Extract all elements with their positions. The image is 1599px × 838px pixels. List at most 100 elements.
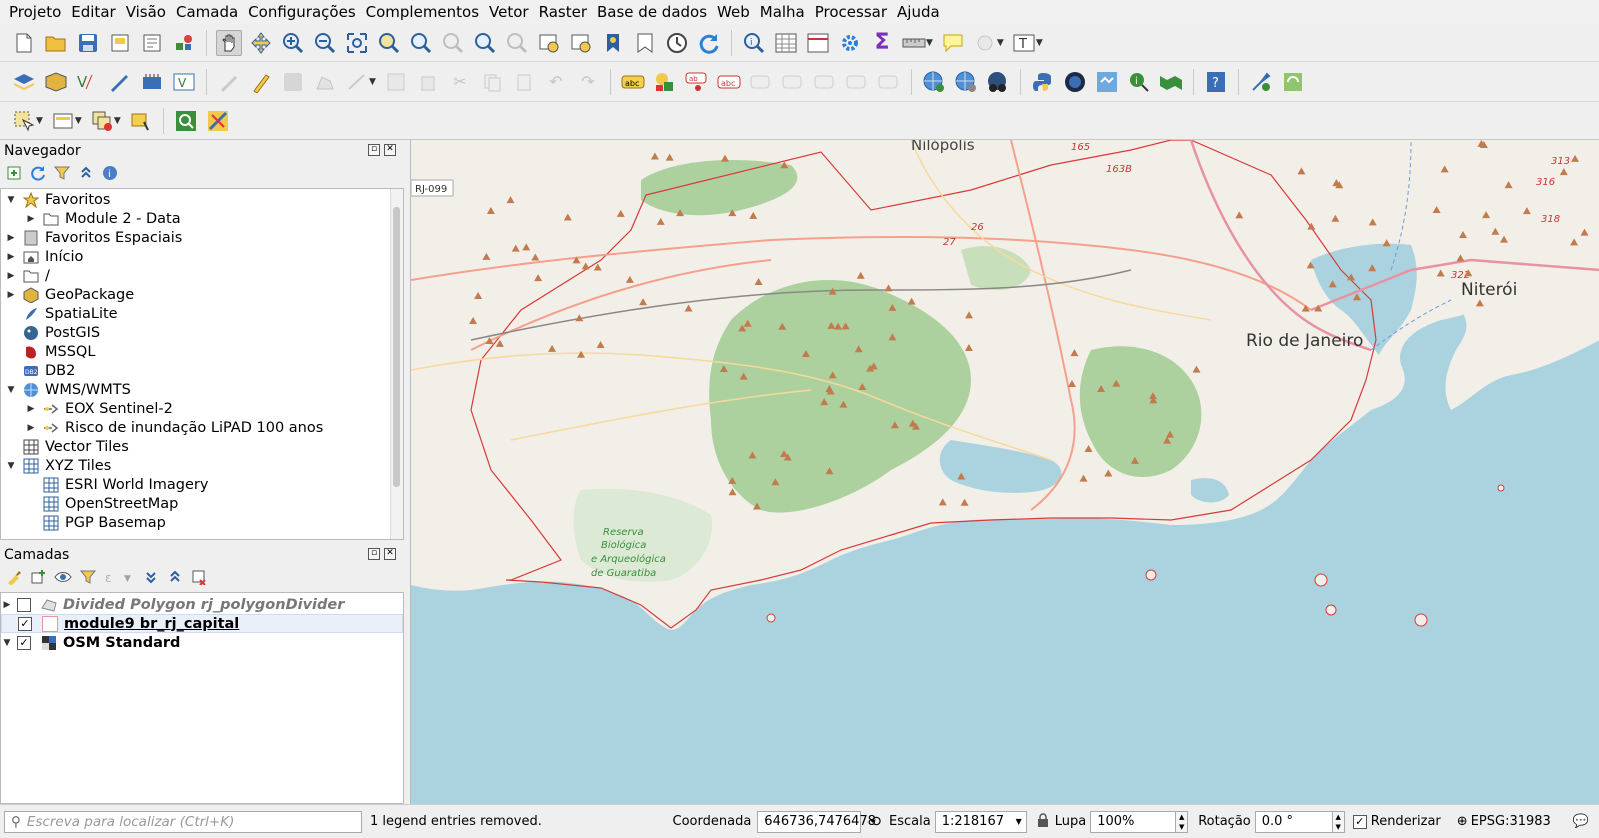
browser-item-postgis[interactable]: PostGIS [1, 323, 403, 342]
highlight-labels-icon[interactable]: abc [717, 70, 741, 94]
browser-item-[interactable]: ▶ / [1, 266, 403, 285]
help-icon[interactable]: ? [1204, 70, 1228, 94]
layer-row-module9[interactable]: ✓ module9 br_rj_capital [1, 614, 403, 633]
pan-map-icon[interactable] [216, 29, 242, 56]
menu-projeto[interactable]: Projeto [4, 0, 66, 24]
browser-scrollbar[interactable] [390, 189, 403, 539]
measure-line-icon[interactable] [902, 31, 926, 55]
render-checkbox[interactable]: ✓ [1352, 814, 1367, 829]
filter-icon[interactable] [53, 165, 71, 185]
browser-item-geopackage[interactable]: ▶ GeoPackage [1, 285, 403, 304]
add-feature-icon[interactable] [313, 70, 337, 94]
collapse-arrow-icon[interactable]: ▼ [1, 638, 13, 648]
browser-item-mssql[interactable]: MSSQL [1, 342, 403, 361]
save-edits-icon[interactable] [281, 70, 305, 94]
label-toolbar-icon[interactable]: abc [621, 70, 645, 94]
zoom-out-icon[interactable] [313, 31, 337, 55]
menu-visao[interactable]: Visão [121, 0, 171, 24]
virtual-layer-icon[interactable]: V [172, 70, 196, 94]
new-3d-map-view-icon[interactable] [569, 31, 593, 55]
select-by-value-icon[interactable] [51, 109, 75, 133]
vertex-tool-icon[interactable] [345, 70, 369, 94]
menu-raster[interactable]: Raster [534, 0, 592, 24]
map-tips-icon[interactable] [941, 31, 965, 55]
browser-item-xyz-tiles[interactable]: ▼ XYZ Tiles [1, 456, 403, 475]
collapse-all-icon[interactable] [78, 165, 94, 185]
crs-globe-icon[interactable]: ⊕ [1457, 814, 1468, 829]
temporal-controller-icon[interactable] [665, 31, 689, 55]
menu-configuracoes[interactable]: Configurações [243, 0, 360, 24]
menu-editar[interactable]: Editar [66, 0, 120, 24]
layer-row-divided-polygon[interactable]: ▶ Divided Polygon rj_polygonDivider [1, 595, 403, 614]
expand-arrow-icon[interactable]: ▶ [5, 271, 17, 281]
crs-button[interactable]: EPSG:31983 [1471, 814, 1551, 829]
layer-visibility-checkbox[interactable] [17, 597, 31, 612]
expand-arrow-icon[interactable]: ▶ [25, 214, 37, 224]
browser-item-vector-tiles[interactable]: Vector Tiles [1, 437, 403, 456]
browser-item-module-2-data[interactable]: ▶ Module 2 - Data [1, 209, 403, 228]
layer-visibility-checkbox[interactable]: ✓ [17, 635, 31, 650]
browser-item-wms-wmts[interactable]: ▼ WMS/WMTS [1, 380, 403, 399]
rotation-spinner[interactable]: ▲ ▼ [1332, 810, 1345, 833]
zoom-to-layer-icon[interactable] [409, 31, 433, 55]
statistics-sigma-icon[interactable]: Σ [870, 30, 894, 55]
delete-selected-icon[interactable] [416, 70, 440, 94]
modify-attributes-icon[interactable] [384, 70, 408, 94]
lock-scale-icon[interactable] [1037, 812, 1049, 831]
layer-styling-icon[interactable] [6, 569, 22, 589]
add-layer-icon[interactable] [6, 165, 22, 185]
chevron-down-icon[interactable]: ▼ [36, 116, 43, 126]
rotation-field[interactable]: 0.0 ° [1254, 810, 1333, 833]
temporary-layer-icon[interactable] [140, 70, 164, 94]
manage-visibility-eye-icon[interactable] [54, 570, 72, 588]
collapse-arrow-icon[interactable]: ▼ [5, 385, 17, 395]
rotate-label-icon[interactable] [781, 70, 805, 94]
plugin-refresh-icon[interactable] [1281, 70, 1305, 94]
locate-zoom-icon[interactable] [174, 109, 198, 133]
diagram-options-icon[interactable] [653, 70, 677, 94]
menu-ajuda[interactable]: Ajuda [892, 0, 945, 24]
qgis2web-icon[interactable] [1159, 70, 1183, 94]
plugin-tool-icon[interactable] [1249, 70, 1273, 94]
expand-all-icon[interactable] [143, 569, 159, 589]
map-canvas[interactable]: Nilópolis RJ-099 Rio de Janeiro Niterói … [410, 140, 1599, 804]
zoom-in-icon[interactable] [281, 31, 305, 55]
magnifier-spinner[interactable]: ▲ ▼ [1176, 810, 1189, 833]
chevron-down-icon[interactable]: ▼ [1036, 38, 1043, 48]
add-wfs-layer-icon[interactable] [986, 70, 1010, 94]
float-panel-icon[interactable]: ▫ [368, 548, 380, 560]
save-project-icon[interactable] [76, 31, 100, 55]
label-properties-icon[interactable] [877, 70, 901, 94]
pan-to-selection-icon[interactable] [249, 31, 273, 55]
chevron-down-icon[interactable]: ▼ [369, 77, 376, 87]
remove-layer-icon[interactable] [191, 569, 207, 589]
browser-item-openstreetmap[interactable]: OpenStreetMap [1, 494, 403, 513]
style-manager-icon[interactable] [172, 31, 196, 55]
chevron-down-icon[interactable]: ▼ [75, 116, 82, 126]
attribute-table-icon[interactable] [774, 31, 798, 55]
expand-arrow-icon[interactable]: ▶ [5, 252, 17, 262]
menu-complementos[interactable]: Complementos [361, 0, 484, 24]
annotation-icon[interactable] [973, 31, 997, 55]
cut-features-icon[interactable]: ✂ [448, 70, 472, 94]
scale-combobox[interactable]: 1:218167 ▼ [934, 810, 1027, 833]
close-panel-icon[interactable]: ✕ [384, 144, 396, 156]
toggle-editing-pencil-icon[interactable] [249, 70, 273, 94]
zoom-to-selection-icon[interactable] [377, 31, 401, 55]
chevron-down-icon[interactable]: ▼ [114, 116, 121, 126]
filter-legend-icon[interactable] [79, 569, 97, 589]
new-print-layout-icon[interactable] [108, 31, 132, 55]
messages-icon[interactable]: 💬 [1573, 814, 1589, 829]
browser-item-eox-sentinel-2[interactable]: ▶ EOX Sentinel-2 [1, 399, 403, 418]
collapse-all-icon[interactable] [167, 569, 183, 589]
toggle-extents-icon[interactable]: ⟲ [869, 814, 881, 830]
python-console-icon[interactable] [1031, 70, 1055, 94]
browser-item-in-cio[interactable]: ▶ Início [1, 247, 403, 266]
select-features-icon[interactable] [12, 109, 36, 133]
menu-camada[interactable]: Camada [171, 0, 243, 24]
expand-arrow-icon[interactable]: ▶ [5, 233, 17, 243]
info-icon[interactable]: i [102, 165, 118, 185]
move-label-icon[interactable] [749, 70, 773, 94]
select-location-icon[interactable] [129, 109, 153, 133]
refresh-icon[interactable] [697, 31, 721, 55]
